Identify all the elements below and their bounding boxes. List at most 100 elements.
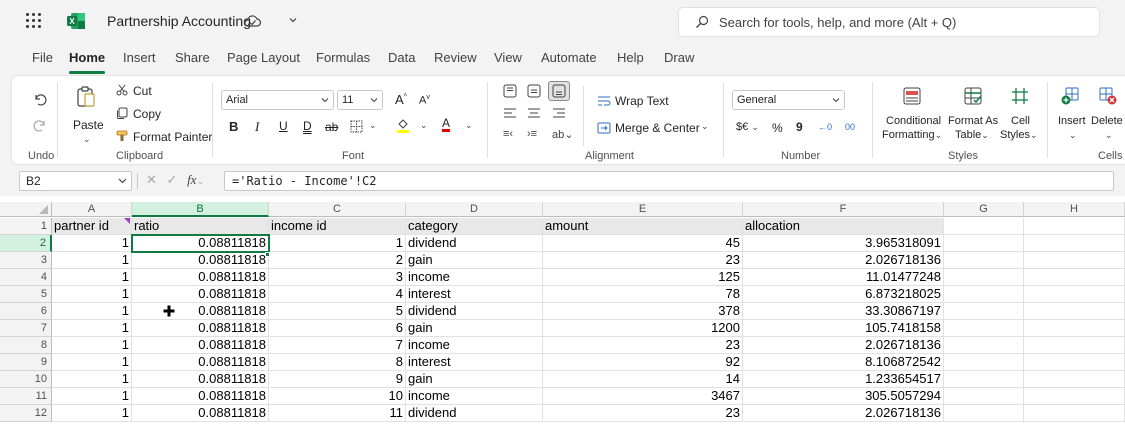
table-cell[interactable] [944, 354, 1024, 371]
align-right-icon[interactable] [552, 107, 566, 119]
font-family-select[interactable]: Arial [221, 90, 334, 110]
underline-button[interactable]: U [279, 119, 288, 133]
table-cell[interactable]: 4 [269, 286, 406, 303]
table-cell[interactable]: 1200 [543, 320, 743, 337]
decrease-decimal-button[interactable]: 00 [845, 122, 855, 132]
table-cell[interactable] [944, 371, 1024, 388]
table-cell[interactable]: 378 [543, 303, 743, 320]
column-header-b[interactable]: B [132, 202, 269, 217]
table-cell[interactable]: 11.01477248 [743, 269, 944, 286]
align-left-icon[interactable] [503, 107, 517, 119]
header-cell[interactable] [944, 218, 1024, 235]
row-header-2[interactable]: 2 [0, 235, 52, 252]
header-cell[interactable]: partner id [52, 218, 132, 235]
font-size-select[interactable]: 11 [337, 90, 383, 110]
strikethrough-button[interactable]: ab [325, 120, 338, 134]
font-color-button[interactable]: A [442, 117, 451, 132]
cut-button[interactable]: Cut [133, 84, 152, 98]
table-cell[interactable] [944, 286, 1024, 303]
row-header-5[interactable]: 5 [0, 286, 52, 303]
tab-formulas[interactable]: Formulas [316, 50, 370, 65]
tab-help[interactable]: Help [617, 50, 644, 65]
paste-button[interactable]: Paste [73, 118, 104, 132]
paste-chevron-icon[interactable]: ⌄ [83, 134, 91, 145]
table-cell[interactable]: dividend [406, 303, 543, 320]
table-cell[interactable]: 23 [543, 252, 743, 269]
row-header-6[interactable]: 6 [0, 303, 52, 320]
insert-chevron-icon[interactable]: ⌄ [1069, 130, 1077, 141]
table-cell[interactable]: 11 [269, 405, 406, 422]
table-cell[interactable]: 0.08811818 [132, 405, 269, 422]
table-cell[interactable] [1024, 320, 1125, 337]
bold-button[interactable]: B [229, 119, 238, 134]
table-cell[interactable]: income [406, 388, 543, 405]
format-as-table-icon[interactable] [963, 86, 983, 106]
table-cell[interactable] [1024, 235, 1125, 252]
table-cell[interactable]: interest [406, 354, 543, 371]
table-cell[interactable]: income [406, 269, 543, 286]
comment-indicator-icon[interactable] [124, 218, 130, 224]
table-cell[interactable]: 6.873218025 [743, 286, 944, 303]
formula-input[interactable]: ='Ratio - Income'!C2 [224, 171, 1114, 191]
decrease-indent-icon[interactable]: ≡‹ [503, 128, 513, 140]
table-cell[interactable] [944, 337, 1024, 354]
cut-icon[interactable] [116, 84, 128, 96]
header-cell[interactable]: income id [269, 218, 406, 235]
insert-function-icon[interactable]: fx⌄ [187, 172, 204, 187]
table-cell[interactable]: 92 [543, 354, 743, 371]
table-cell[interactable]: 0.08811818 [132, 354, 269, 371]
select-all-button[interactable] [0, 202, 52, 217]
align-bottom-button[interactable] [548, 81, 570, 101]
table-cell[interactable]: dividend [406, 405, 543, 422]
header-cell[interactable]: amount [543, 218, 743, 235]
column-header-g[interactable]: G [944, 202, 1024, 217]
column-header-e[interactable]: E [543, 202, 743, 217]
fill-color-chevron-icon[interactable]: ⌄ [420, 120, 428, 131]
table-cell[interactable]: 1 [52, 269, 132, 286]
font-color-chevron-icon[interactable]: ⌄ [465, 120, 473, 131]
table-cell[interactable]: 1 [52, 405, 132, 422]
table-cell[interactable]: 0.08811818 [132, 388, 269, 405]
table-cell[interactable] [944, 252, 1024, 269]
conditional-formatting-line1[interactable]: Conditional [886, 115, 941, 127]
table-cell[interactable]: 8 [269, 354, 406, 371]
cell-styles-icon[interactable] [1010, 86, 1030, 106]
merge-chevron-icon[interactable]: ⌄ [701, 121, 709, 132]
header-cell[interactable]: category [406, 218, 543, 235]
header-cell[interactable]: allocation [743, 218, 944, 235]
tab-home[interactable]: Home [69, 50, 106, 74]
table-cell[interactable]: 2.026718136 [743, 252, 944, 269]
double-underline-button[interactable]: D [303, 119, 312, 133]
decrease-font-size-button[interactable]: Av [419, 94, 430, 107]
merge-center-button[interactable]: Merge & Center [615, 121, 700, 135]
table-cell[interactable]: 23 [543, 337, 743, 354]
table-cell[interactable]: 1 [52, 354, 132, 371]
column-header-d[interactable]: D [406, 202, 543, 217]
row-header-3[interactable]: 3 [0, 252, 52, 269]
table-cell[interactable] [1024, 388, 1125, 405]
paste-icon[interactable] [76, 86, 96, 108]
insert-cells-icon[interactable] [1060, 86, 1080, 106]
row-header-12[interactable]: 12 [0, 405, 52, 422]
redo-icon[interactable] [33, 119, 47, 133]
increase-indent-icon[interactable]: ›≡ [527, 128, 537, 140]
table-cell[interactable]: 0.08811818 [132, 320, 269, 337]
table-cell[interactable]: 1 [52, 286, 132, 303]
percent-format-button[interactable]: % [772, 121, 783, 135]
table-cell[interactable]: 1 [269, 235, 406, 252]
borders-chevron-icon[interactable]: ⌄ [369, 120, 377, 131]
table-cell[interactable] [1024, 269, 1125, 286]
table-cell[interactable]: gain [406, 371, 543, 388]
tab-review[interactable]: Review [434, 50, 477, 65]
table-cell[interactable]: 23 [543, 405, 743, 422]
table-cell[interactable]: 1.233654517 [743, 371, 944, 388]
table-cell[interactable]: 1 [52, 371, 132, 388]
column-header-a[interactable]: A [52, 202, 132, 217]
table-cell[interactable] [944, 303, 1024, 320]
fill-color-icon[interactable] [396, 118, 410, 134]
table-cell[interactable] [1024, 405, 1125, 422]
comma-style-button[interactable]: 9 [796, 120, 803, 134]
table-cell[interactable]: 78 [543, 286, 743, 303]
conditional-formatting-icon[interactable] [902, 86, 922, 106]
table-cell[interactable] [1024, 286, 1125, 303]
